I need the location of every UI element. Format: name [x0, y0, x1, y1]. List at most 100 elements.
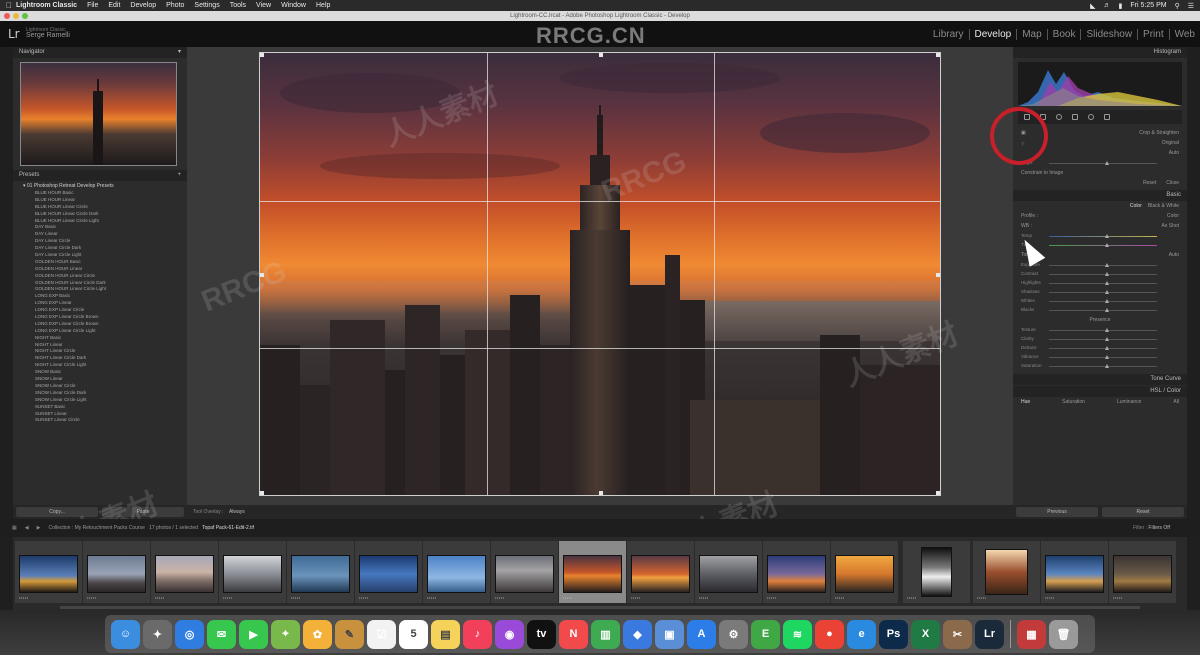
module-slideshow[interactable]: Slideshow	[1081, 29, 1139, 40]
slider-knob[interactable]	[1105, 328, 1109, 332]
dock-evernote-icon[interactable]: E	[751, 619, 780, 649]
preset-item[interactable]: SUNSET Linear Circle	[23, 417, 187, 424]
aspect-select[interactable]: Original	[1162, 140, 1179, 146]
battery-icon[interactable]: ▮	[1119, 2, 1123, 10]
slider-knob[interactable]	[1105, 290, 1109, 294]
dock-excel-icon[interactable]: X	[911, 619, 940, 649]
menu-view[interactable]: View	[256, 2, 271, 9]
slider-knob[interactable]	[1105, 364, 1109, 368]
paste-button[interactable]: Paste	[102, 507, 184, 517]
preset-item[interactable]: SNOW Basic	[23, 369, 187, 376]
slider-knob[interactable]	[1105, 243, 1109, 247]
preset-item[interactable]: SNOW Linear Circle	[23, 383, 187, 390]
main-photo[interactable]	[259, 52, 941, 496]
filmstrip-thumb[interactable]: •••••	[151, 541, 218, 603]
adjust-slider[interactable]: Clarity	[1021, 335, 1179, 343]
minimize-window-icon[interactable]	[13, 13, 19, 19]
adjust-slider[interactable]: Dehaze	[1021, 344, 1179, 352]
crop-handle[interactable]	[936, 491, 940, 495]
volume-icon[interactable]: ♬	[1104, 2, 1111, 9]
module-map[interactable]: Map	[1017, 29, 1048, 40]
zoom-window-icon[interactable]	[22, 13, 28, 19]
slider-knob[interactable]	[1105, 161, 1109, 165]
preset-item[interactable]: GOLDEN HOUR Linear Circle Dark	[23, 280, 187, 287]
preset-item[interactable]: NIGHT Linear Circle Dark	[23, 355, 187, 362]
preset-item[interactable]: GOLDEN HOUR Basic	[23, 259, 187, 266]
crop-handle[interactable]	[599, 53, 603, 57]
right-panel-toggle[interactable]	[1187, 47, 1200, 519]
filmstrip-thumb[interactable]: •••••	[627, 541, 694, 603]
apple-menu-icon[interactable]: 	[6, 1, 16, 10]
menu-tools[interactable]: Tools	[230, 2, 246, 9]
adjust-slider[interactable]: Whites	[1021, 297, 1179, 305]
wb-select[interactable]: As Shot	[1161, 223, 1179, 229]
dock-messages-icon[interactable]: ✉	[207, 619, 236, 649]
filmstrip-thumb-selected[interactable]: •••••	[559, 541, 626, 603]
filmstrip-thumb[interactable]: •••••	[763, 541, 830, 603]
slider-knob[interactable]	[1105, 281, 1109, 285]
crop-handle[interactable]	[260, 53, 264, 57]
filmstrip-thumb[interactable]: •••••	[15, 541, 82, 603]
preset-item[interactable]: NIGHT Linear Circle Light	[23, 362, 187, 369]
preset-item[interactable]: GOLDEN HOUR Linear Circle Light	[23, 286, 187, 293]
auto-button[interactable]: Auto	[1169, 150, 1179, 156]
wifi-icon[interactable]: ◣	[1090, 2, 1095, 10]
crop-reset-button[interactable]: Reset	[1143, 180, 1156, 186]
filmstrip-thumb[interactable]: •••••	[219, 541, 286, 603]
add-preset-icon[interactable]: +	[177, 170, 181, 181]
filmstrip-scroll-right[interactable]	[1187, 537, 1200, 610]
module-print[interactable]: Print	[1138, 29, 1170, 40]
histogram-header[interactable]: Histogram	[1013, 47, 1187, 58]
filmstrip-thumb[interactable]: •••••	[491, 541, 558, 603]
dock-spotify-icon[interactable]: ≋	[783, 619, 812, 649]
preset-item[interactable]: DAY Basic	[23, 224, 187, 231]
preset-item[interactable]: LONG EXP Basic	[23, 293, 187, 300]
module-book[interactable]: Book	[1048, 29, 1082, 40]
dock-finder-icon[interactable]: ☺	[111, 619, 140, 649]
preset-item[interactable]: GOLDEN HOUR Linear	[23, 266, 187, 273]
previous-button[interactable]: Previous	[1016, 507, 1098, 517]
reset-button[interactable]: Reset	[1102, 507, 1184, 517]
filmstrip-thumb[interactable]: •••••	[1109, 541, 1176, 603]
collapse-triangle-icon[interactable]: ▾	[178, 47, 181, 58]
filmstrip-scrollbar[interactable]	[60, 606, 1140, 609]
preset-item[interactable]: SNOW Linear Circle Light	[23, 397, 187, 404]
preset-item[interactable]: LONG EXP Linear Circle Light	[23, 328, 187, 335]
histogram[interactable]	[1018, 62, 1182, 106]
tone-curve-header[interactable]: Tone Curve	[1013, 374, 1187, 385]
hsl-tab-saturation[interactable]: Saturation	[1062, 399, 1085, 405]
preset-item[interactable]: LONG EXP Linear Circle Brown	[23, 314, 187, 321]
slider-knob[interactable]	[1105, 308, 1109, 312]
menu-edit[interactable]: Edit	[108, 2, 120, 9]
temp-slider[interactable]: Temp	[1021, 232, 1179, 240]
filmstrip-thumb[interactable]: •••••	[83, 541, 150, 603]
basic-header[interactable]: Basic	[1013, 190, 1187, 201]
slider-knob[interactable]	[1105, 346, 1109, 350]
profile-select[interactable]: Color	[1167, 213, 1179, 219]
close-window-icon[interactable]	[4, 13, 10, 19]
menu-develop[interactable]: Develop	[130, 2, 156, 9]
treatment-color[interactable]: Color	[1130, 203, 1142, 209]
angle-slider[interactable]: Angle	[1021, 159, 1179, 167]
dock-gimp-icon[interactable]: ✂	[943, 619, 972, 649]
dock-stickies-icon[interactable]: ▤	[431, 619, 460, 649]
dock-tv-icon[interactable]: tv	[527, 619, 556, 649]
constrain-row[interactable]: Constrain to Image	[1013, 168, 1187, 178]
slider-knob[interactable]	[1105, 272, 1109, 276]
dock-music-icon[interactable]: ♪	[463, 619, 492, 649]
dock-photos-icon[interactable]: ✿	[303, 619, 332, 649]
preset-item[interactable]: BLUE HOUR Linear Circle Light	[23, 218, 187, 225]
preset-item[interactable]: DAY Linear Circle Light	[23, 252, 187, 259]
brush-icon[interactable]	[1104, 114, 1110, 120]
slider-knob[interactable]	[1105, 234, 1109, 238]
crop-handle[interactable]	[936, 273, 940, 277]
adjust-slider[interactable]: Highlights	[1021, 279, 1179, 287]
tint-slider[interactable]: Tint	[1021, 241, 1179, 249]
filmstrip-thumb[interactable]: •••••	[973, 541, 1040, 603]
crop-close-button[interactable]: Close	[1166, 180, 1179, 186]
dock-photoshop-icon[interactable]: Ps	[879, 619, 908, 649]
dock-numbers-icon[interactable]: ▥	[591, 619, 620, 649]
dock-facetime-icon[interactable]: ▶	[239, 619, 268, 649]
menu-file[interactable]: File	[87, 2, 98, 9]
slider-knob[interactable]	[1105, 299, 1109, 303]
